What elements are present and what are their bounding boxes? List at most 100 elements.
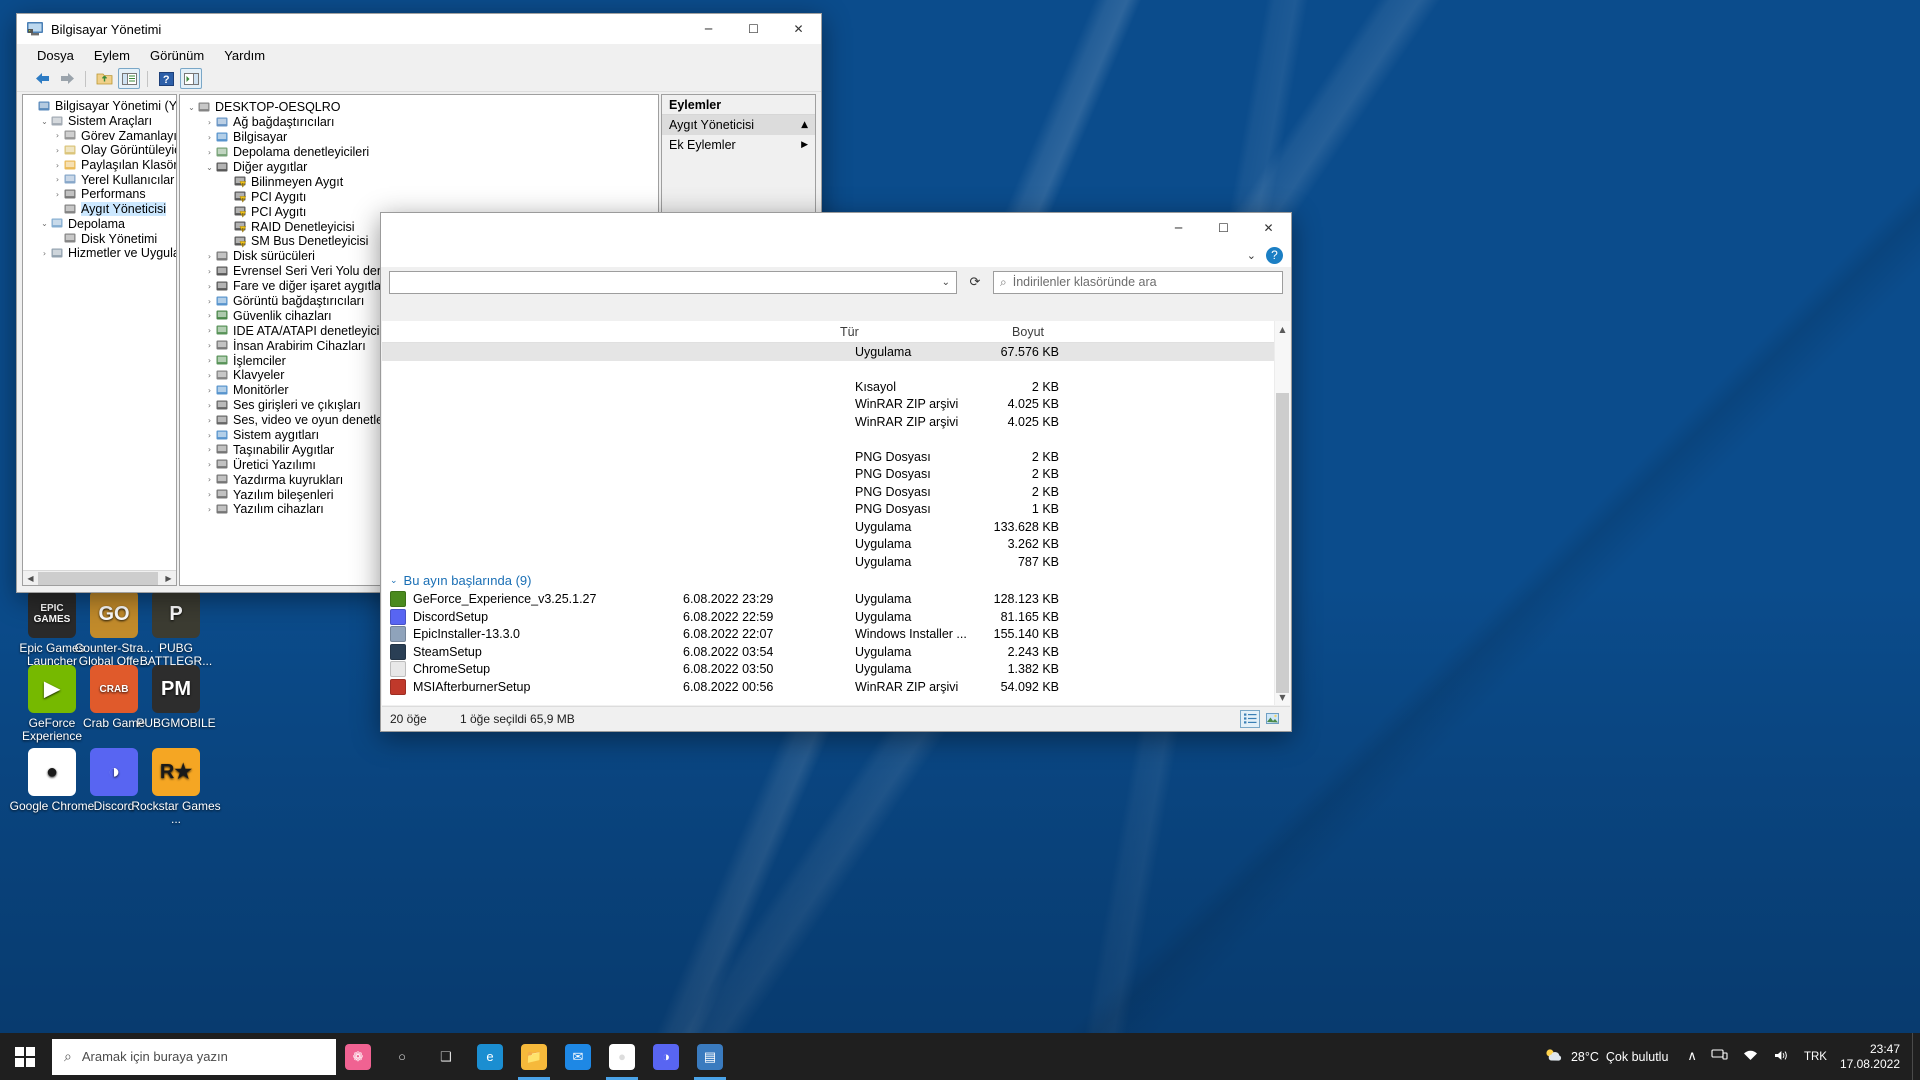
computer-management-menubar[interactable]: DosyaEylemGörünümYardım xyxy=(17,44,821,66)
tray-clock[interactable]: 23:47 17.08.2022 xyxy=(1834,1042,1912,1072)
file-row[interactable]: PNG Dosyası2 KB xyxy=(382,448,1290,466)
chevron-icon[interactable]: › xyxy=(204,341,215,350)
refresh-icon[interactable]: ⟳ xyxy=(963,271,987,294)
taskbar-google-chrome-icon[interactable]: ● xyxy=(600,1033,644,1080)
help-icon[interactable]: ? xyxy=(1266,247,1283,264)
taskbar-search-input[interactable]: ⌕ Aramak için buraya yazın xyxy=(52,1039,336,1075)
file-row[interactable]: WinRAR ZIP arşivi4.025 KB xyxy=(382,413,1290,431)
chevron-icon[interactable]: › xyxy=(204,326,215,335)
chevron-icon[interactable]: › xyxy=(52,131,63,140)
chevron-icon[interactable]: ⌄ xyxy=(204,163,215,172)
volume-icon[interactable] xyxy=(1766,1049,1797,1065)
submenu-arrow-icon[interactable]: ▶ xyxy=(801,140,808,150)
chevron-icon[interactable]: › xyxy=(204,282,215,291)
console-tree-item[interactable]: ›Performans xyxy=(23,187,176,202)
explorer-maximize-button[interactable]: ☐ xyxy=(1201,213,1246,243)
chevron-icon[interactable]: ⌄ xyxy=(186,103,197,112)
chevron-icon[interactable]: › xyxy=(204,297,215,306)
scroll-up-arrow[interactable]: ▲ xyxy=(1275,321,1290,337)
explorer-window-controls[interactable]: ─ ☐ ✕ xyxy=(1156,213,1291,243)
taskbar-app-buttons[interactable]: ❁○❑e📁✉●◑▤ xyxy=(336,1033,732,1080)
chevron-icon[interactable]: › xyxy=(204,133,215,142)
console-tree-item[interactable]: Bilgisayar Yönetimi (Yerel) xyxy=(23,99,176,114)
desktop-icon-pubg-mobile[interactable]: PMPUBGMOBILE xyxy=(128,665,224,730)
explorer-titlebar[interactable]: ─ ☐ ✕ xyxy=(381,213,1291,243)
actions-list[interactable]: Aygıt Yöneticisi▲Ek Eylemler▶ xyxy=(662,115,815,155)
taskbar-mail-icon[interactable]: ✉ xyxy=(556,1033,600,1080)
file-row[interactable]: Uygulama3.262 KB xyxy=(382,536,1290,554)
device-tree-item[interactable]: Bilinmeyen Aygıt xyxy=(180,174,658,189)
console-tree-item[interactable]: ›Görev Zamanlayıcı xyxy=(23,128,176,143)
file-group-header[interactable]: ⌄ Bu ayın başlarında (9) xyxy=(382,571,1290,591)
menu-item-görünüm[interactable]: Görünüm xyxy=(150,48,204,63)
taskbar-discord-icon[interactable]: ◑ xyxy=(644,1033,688,1080)
chevron-icon[interactable]: ⌄ xyxy=(39,117,50,126)
address-dropdown-icon[interactable]: ⌄ xyxy=(942,277,950,288)
file-row[interactable] xyxy=(382,431,1290,449)
chevron-icon[interactable]: › xyxy=(52,161,63,170)
group-chevron-icon[interactable]: ⌄ xyxy=(390,576,398,586)
action-item-section[interactable]: Aygıt Yöneticisi▲ xyxy=(662,115,815,135)
file-row[interactable]: GeForce_Experience_v3.25.1.276.08.2022 2… xyxy=(382,591,1290,609)
menu-item-eylem[interactable]: Eylem xyxy=(94,48,130,63)
file-row[interactable]: ChromeSetup6.08.2022 03:50Uygulama1.382 … xyxy=(382,661,1290,679)
device-tree-item[interactable]: ⌄DESKTOP-OESQLRO xyxy=(180,100,658,115)
taskbar-computer-management-icon[interactable]: ▤ xyxy=(688,1033,732,1080)
back-button[interactable] xyxy=(31,68,53,89)
file-row[interactable]: Uygulama67.576 KB xyxy=(382,343,1290,361)
chevron-icon[interactable]: › xyxy=(204,416,215,425)
chevron-icon[interactable]: › xyxy=(204,148,215,157)
chevron-icon[interactable]: › xyxy=(204,490,215,499)
file-row[interactable]: Uygulama133.628 KB xyxy=(382,518,1290,536)
console-tree-item[interactable]: ⌄Depolama xyxy=(23,217,176,232)
view-mode-buttons[interactable] xyxy=(1240,710,1290,728)
file-row[interactable]: MSIAfterburnerSetup6.08.2022 00:56WinRAR… xyxy=(382,678,1290,696)
file-list-column-headers[interactable]: Tür Boyut xyxy=(382,321,1290,343)
chevron-icon[interactable]: › xyxy=(204,252,215,261)
file-row[interactable]: WinRAR ZIP arşivi4.025 KB xyxy=(382,396,1290,414)
action-item-submenu[interactable]: Ek Eylemler▶ xyxy=(662,135,815,155)
file-row[interactable]: SteamSetup6.08.2022 03:54Uygulama2.243 K… xyxy=(382,643,1290,661)
language-indicator[interactable]: TRK xyxy=(1797,1051,1834,1063)
close-button[interactable]: ✕ xyxy=(776,14,821,44)
show-hide-console-tree-button[interactable] xyxy=(118,68,140,89)
computer-management-titlebar[interactable]: Bilgisayar Yönetimi ─ ☐ ✕ xyxy=(17,14,821,44)
taskbar-task-view-icon[interactable]: ❑ xyxy=(424,1033,468,1080)
taskbar-cortana-icon[interactable]: ○ xyxy=(380,1033,424,1080)
console-tree-item[interactable]: ⌄Sistem Araçları xyxy=(23,114,176,129)
vscroll-thumb[interactable] xyxy=(1276,393,1289,693)
scroll-left-arrow[interactable]: ◀ xyxy=(23,571,38,586)
chevron-icon[interactable]: › xyxy=(204,475,215,484)
file-group-rows[interactable]: GeForce_Experience_v3.25.1.276.08.2022 2… xyxy=(382,591,1290,696)
file-row[interactable]: Kısayol2 KB xyxy=(382,378,1290,396)
hscroll-track[interactable] xyxy=(38,571,161,586)
file-row[interactable]: DiscordSetup6.08.2022 22:59Uygulama81.16… xyxy=(382,608,1290,626)
forward-button[interactable] xyxy=(56,68,78,89)
file-list-pane[interactable]: Tür Boyut Uygulama67.576 KBKısayol2 KBWi… xyxy=(382,321,1290,705)
chevron-icon[interactable]: › xyxy=(52,146,63,155)
column-size[interactable]: Boyut xyxy=(952,325,1052,339)
file-row[interactable]: Uygulama787 KB xyxy=(382,553,1290,571)
device-tree-item[interactable]: PCI Aygıtı xyxy=(180,189,658,204)
maximize-button[interactable]: ☐ xyxy=(731,14,776,44)
menu-item-dosya[interactable]: Dosya xyxy=(37,48,74,63)
desktop-icon-pubg-battlegrounds[interactable]: PPUBG BATTLEGR... xyxy=(128,590,224,668)
device-tree-item[interactable]: ›Bilgisayar xyxy=(180,130,658,145)
console-tree-item[interactable]: ›Olay Görüntüleyicisi xyxy=(23,143,176,158)
device-tree-item[interactable]: ›Depolama denetleyicileri xyxy=(180,145,658,160)
large-icons-view-icon[interactable] xyxy=(1262,710,1282,728)
collapse-arrow-icon[interactable]: ▲ xyxy=(801,120,808,130)
file-row[interactable]: PNG Dosyası2 KB xyxy=(382,466,1290,484)
chevron-icon[interactable]: › xyxy=(52,175,63,184)
file-row[interactable]: PNG Dosyası1 KB xyxy=(382,501,1290,519)
scroll-right-arrow[interactable]: ▶ xyxy=(161,571,176,586)
network-icon[interactable] xyxy=(1704,1048,1735,1065)
windows-start-icon[interactable] xyxy=(0,1033,50,1080)
file-row[interactable]: EpicInstaller-13.3.06.08.2022 22:07Windo… xyxy=(382,626,1290,644)
chevron-icon[interactable]: › xyxy=(204,505,215,514)
chevron-icon[interactable]: › xyxy=(204,356,215,365)
computer-management-toolbar[interactable]: ? xyxy=(17,66,821,92)
hscroll-thumb[interactable] xyxy=(38,572,158,585)
show-hide-action-pane-button[interactable] xyxy=(180,68,202,89)
console-tree[interactable]: Bilgisayar Yönetimi (Yerel)⌄Sistem Araçl… xyxy=(23,95,176,261)
